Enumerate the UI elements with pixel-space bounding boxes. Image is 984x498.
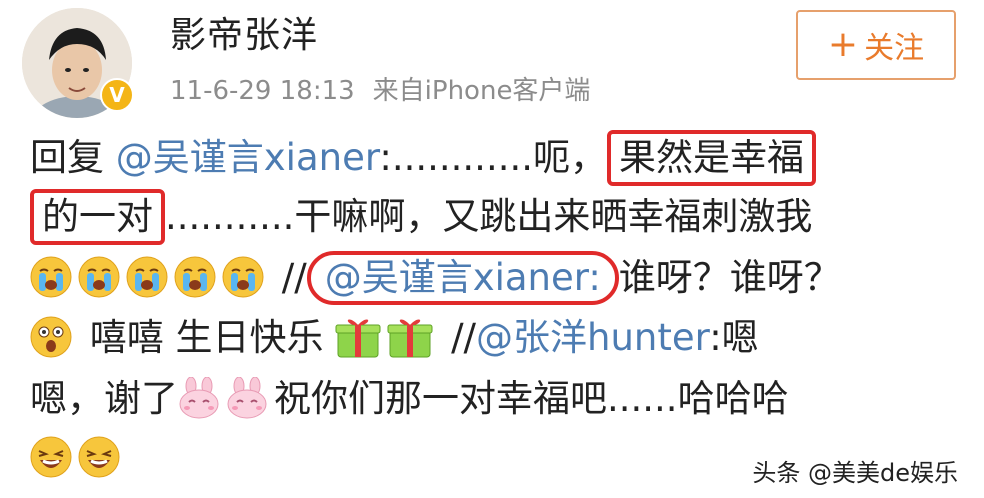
gift-emoji-icon	[335, 318, 381, 357]
verified-v-icon: V	[100, 78, 134, 112]
watermark: 头条 @美美de娱乐	[752, 459, 958, 487]
shocked-emoji-icon	[30, 316, 72, 357]
crying-emoji-icon	[222, 255, 264, 298]
follow-button[interactable]: + 关注	[796, 10, 956, 80]
post-line-1: 回复 @吴谨言xianer:............呃， 果然是幸福	[30, 130, 816, 186]
bunny-emoji-icon	[179, 376, 219, 419]
post-time[interactable]: 11-6-29 18:13	[170, 76, 355, 106]
crying-emoji-icon	[174, 255, 216, 298]
post-text: :............呃，	[379, 136, 607, 179]
post-line-6	[30, 430, 126, 486]
post-line-4: 嘻嘻 生日快乐 //@张洋hunter:嗯	[30, 310, 759, 366]
crying-emoji-icon	[126, 255, 168, 298]
repost-separator: //	[451, 316, 476, 359]
mention-link[interactable]: @吴谨言xianer:	[306, 251, 619, 305]
post-text: 祝你们那一对幸福吧......哈哈哈	[274, 377, 789, 420]
username[interactable]: 影帝张洋	[170, 6, 318, 58]
highlighted-text: 的一对	[30, 189, 165, 245]
laughing-emoji-icon	[30, 435, 72, 478]
post-text: 嘻嘻 生日快乐	[78, 316, 324, 359]
mention-link[interactable]: @张洋hunter	[476, 316, 709, 359]
mention-link[interactable]: @吴谨言xianer	[116, 136, 380, 179]
bunny-emoji-icon	[227, 376, 267, 419]
post-text: ...........干嘛啊，又跳出来晒幸福刺激我	[165, 195, 813, 238]
post-source: 来自iPhone客户端	[372, 76, 591, 106]
laughing-emoji-icon	[78, 435, 120, 478]
post-text: 谁呀？谁呀？	[618, 256, 841, 299]
repost-separator: //	[281, 256, 307, 299]
post-line-2: 的一对 ...........干嘛啊，又跳出来晒幸福刺激我	[30, 189, 812, 245]
plus-icon: +	[827, 24, 859, 65]
highlighted-text: 果然是幸福	[607, 130, 816, 186]
gift-emoji-icon	[387, 318, 433, 357]
crying-emoji-icon	[30, 255, 72, 298]
post-meta: 11-6-29 18:13 来自iPhone客户端	[170, 70, 608, 107]
reply-prefix: 回复	[30, 136, 116, 179]
follow-label: 关注	[864, 31, 925, 66]
post-line-5: 嗯，谢了 祝你们那一对幸福吧......哈哈哈	[30, 371, 789, 427]
post-line-3: //@吴谨言xianer: 谁呀？谁呀？	[30, 250, 841, 306]
post-text: :嗯	[709, 316, 759, 359]
crying-emoji-icon	[78, 255, 120, 298]
post-text: 嗯，谢了	[30, 377, 178, 420]
